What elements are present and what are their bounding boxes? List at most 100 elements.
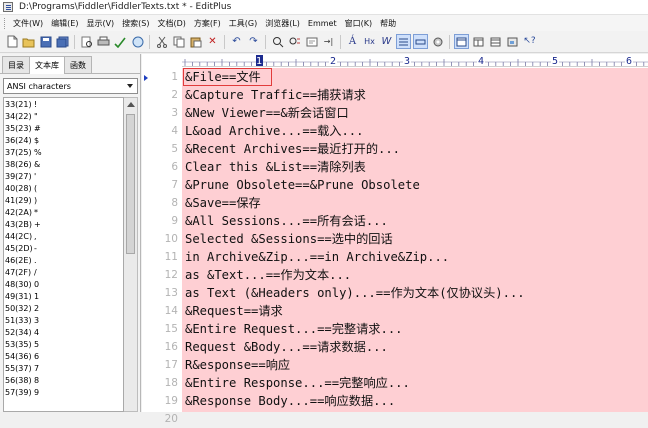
scrollbar-thumb[interactable]: [126, 114, 135, 254]
char-list-item[interactable]: 39(27) ': [4, 170, 123, 182]
window-4-icon[interactable]: [505, 34, 520, 49]
font-icon[interactable]: Á: [345, 34, 360, 49]
char-list-item[interactable]: 53(35) 5: [4, 338, 123, 350]
char-list-item[interactable]: 48(30) 0: [4, 278, 123, 290]
char-list-item[interactable]: 45(2D) -: [4, 242, 123, 254]
char-list-item[interactable]: 57(39) 9: [4, 386, 123, 398]
window-3-icon[interactable]: [488, 34, 503, 49]
char-code: 56(38): [5, 375, 32, 385]
hex-icon[interactable]: Hx: [362, 34, 377, 49]
tab-functions[interactable]: 函数: [64, 56, 92, 73]
char-list-item[interactable]: 56(38) 8: [4, 374, 123, 386]
spell-check-icon[interactable]: [113, 34, 128, 49]
code-line[interactable]: in Archive&Zip...==in Archive&Zip...: [185, 248, 449, 266]
menu-file[interactable]: 文件(W): [11, 18, 49, 29]
code-line[interactable]: as Text (&Headers only)...==作为文本(仅协议头)..…: [185, 284, 525, 302]
text-area[interactable]: &File==文件 &Capture Traffic==捕获请求 &New View…: [182, 68, 648, 412]
find-icon[interactable]: [270, 34, 285, 49]
code-line[interactable]: Clear this &List==清除列表: [185, 158, 366, 176]
char-list-item[interactable]: 40(28)(: [4, 182, 123, 194]
char-list-item[interactable]: 37(25)%: [4, 146, 123, 158]
open-folder-icon[interactable]: [21, 34, 36, 49]
code-line[interactable]: &Recent Archives==最近打开的...: [185, 140, 400, 158]
menu-edit[interactable]: 编辑(E): [49, 18, 84, 29]
menu-emmet[interactable]: Emmet: [306, 19, 343, 28]
scroll-up-icon[interactable]: [127, 102, 135, 107]
replace-icon[interactable]: [287, 34, 302, 49]
save-all-icon[interactable]: [55, 34, 70, 49]
char-list-item[interactable]: 33(21)!: [4, 98, 123, 110]
char-list-item[interactable]: 43(2B) +: [4, 218, 123, 230]
cut-icon[interactable]: [154, 34, 169, 49]
tab-directory[interactable]: 目录: [2, 56, 30, 73]
line-numbers-icon[interactable]: [396, 34, 411, 49]
copy-icon[interactable]: [171, 34, 186, 49]
print-preview-icon[interactable]: [79, 34, 94, 49]
browser-icon[interactable]: [130, 34, 145, 49]
menu-window[interactable]: 窗口(K): [343, 18, 379, 29]
char-glyph: 5: [34, 339, 40, 349]
char-list-item[interactable]: 49(31) 1: [4, 290, 123, 302]
code-line[interactable]: R&esponse==响应: [185, 356, 290, 374]
new-file-icon[interactable]: [4, 34, 19, 49]
undo-icon[interactable]: ↶: [229, 34, 244, 49]
help-icon[interactable]: ↖?: [522, 34, 537, 49]
character-list-scrollbar[interactable]: [124, 97, 138, 412]
menu-project[interactable]: 方案(F): [192, 18, 227, 29]
code-line[interactable]: &File==文件: [185, 68, 261, 86]
char-list-item[interactable]: 54(36) 6: [4, 350, 123, 362]
goto-icon[interactable]: →|: [321, 34, 336, 49]
window-2-icon[interactable]: [471, 34, 486, 49]
char-list-item[interactable]: 41(29)): [4, 194, 123, 206]
save-icon[interactable]: [38, 34, 53, 49]
delete-icon[interactable]: ✕: [205, 34, 220, 49]
char-list-item[interactable]: 34(22) ": [4, 110, 123, 122]
char-list-item[interactable]: 42(2A) *: [4, 206, 123, 218]
char-list-item[interactable]: 38(26) &: [4, 158, 123, 170]
char-list-item[interactable]: 55(37) 7: [4, 362, 123, 374]
char-code: 55(37): [5, 363, 32, 373]
menu-help[interactable]: 帮助: [378, 18, 402, 29]
menu-tools[interactable]: 工具(G): [227, 18, 263, 29]
char-list-item[interactable]: 35(23) #: [4, 122, 123, 134]
settings-icon[interactable]: [430, 34, 445, 49]
line-number: 4: [171, 125, 178, 137]
char-code: 39(27): [5, 171, 32, 181]
menu-view[interactable]: 显示(V): [84, 18, 120, 29]
tab-cliptext[interactable]: 文本库: [29, 56, 65, 74]
menu-document[interactable]: 文档(D): [156, 18, 192, 29]
code-line[interactable]: &New Viewer==&新会话窗口: [185, 104, 349, 122]
char-list-item[interactable]: 51(33) 3: [4, 314, 123, 326]
code-line[interactable]: &Prune Obsolete==&Prune Obsolete: [185, 176, 420, 194]
code-line[interactable]: Request &Body...==请求数据...: [185, 338, 388, 356]
char-list-item[interactable]: 52(34) 4: [4, 326, 123, 338]
char-list-item[interactable]: 36(24) $: [4, 134, 123, 146]
window-1-icon[interactable]: [454, 34, 469, 49]
print-icon[interactable]: [96, 34, 111, 49]
code-line[interactable]: Selected &Sessions==选中的回话: [185, 230, 393, 248]
code-line[interactable]: as &Text...==作为文本...: [185, 266, 351, 284]
ruler-icon[interactable]: [413, 34, 428, 49]
code-line[interactable]: &Entire Response...==完整响应...: [185, 374, 410, 392]
char-list-item[interactable]: 47(2F) /: [4, 266, 123, 278]
code-line[interactable]: &Request==请求: [185, 302, 283, 320]
code-line[interactable]: &Entire Request...==完整请求...: [185, 320, 403, 338]
code-line[interactable]: &All Sessions...==所有会话...: [185, 212, 388, 230]
char-glyph: -: [34, 243, 37, 253]
menu-browser[interactable]: 浏览器(L): [263, 18, 306, 29]
ansi-character-list[interactable]: 33(21)! 34(22) " 35(23) #36(24) $37(25)% 38(26…: [3, 97, 124, 412]
browser-preview-icon[interactable]: [304, 34, 319, 49]
menu-bar: 文件(W) 编辑(E) 显示(V) 搜索(S) 文档(D) 方案(F) 工具(G…: [0, 15, 648, 31]
code-line[interactable]: &Capture Traffic==捕获请求: [185, 86, 366, 104]
paste-icon[interactable]: [188, 34, 203, 49]
code-line[interactable]: &Save==保存: [185, 194, 261, 212]
code-line[interactable]: L&oad Archive...==载入...: [185, 122, 363, 140]
redo-icon[interactable]: ↷: [246, 34, 261, 49]
char-list-item[interactable]: 44(2C),: [4, 230, 123, 242]
char-list-item[interactable]: 46(2E).: [4, 254, 123, 266]
char-list-item[interactable]: 50(32) 2: [4, 302, 123, 314]
code-line[interactable]: &Response Body...==响应数据...: [185, 392, 395, 410]
charset-select[interactable]: ANSI characters: [3, 78, 138, 94]
word-wrap-icon[interactable]: W: [379, 34, 394, 49]
menu-search[interactable]: 搜索(S): [120, 18, 155, 29]
